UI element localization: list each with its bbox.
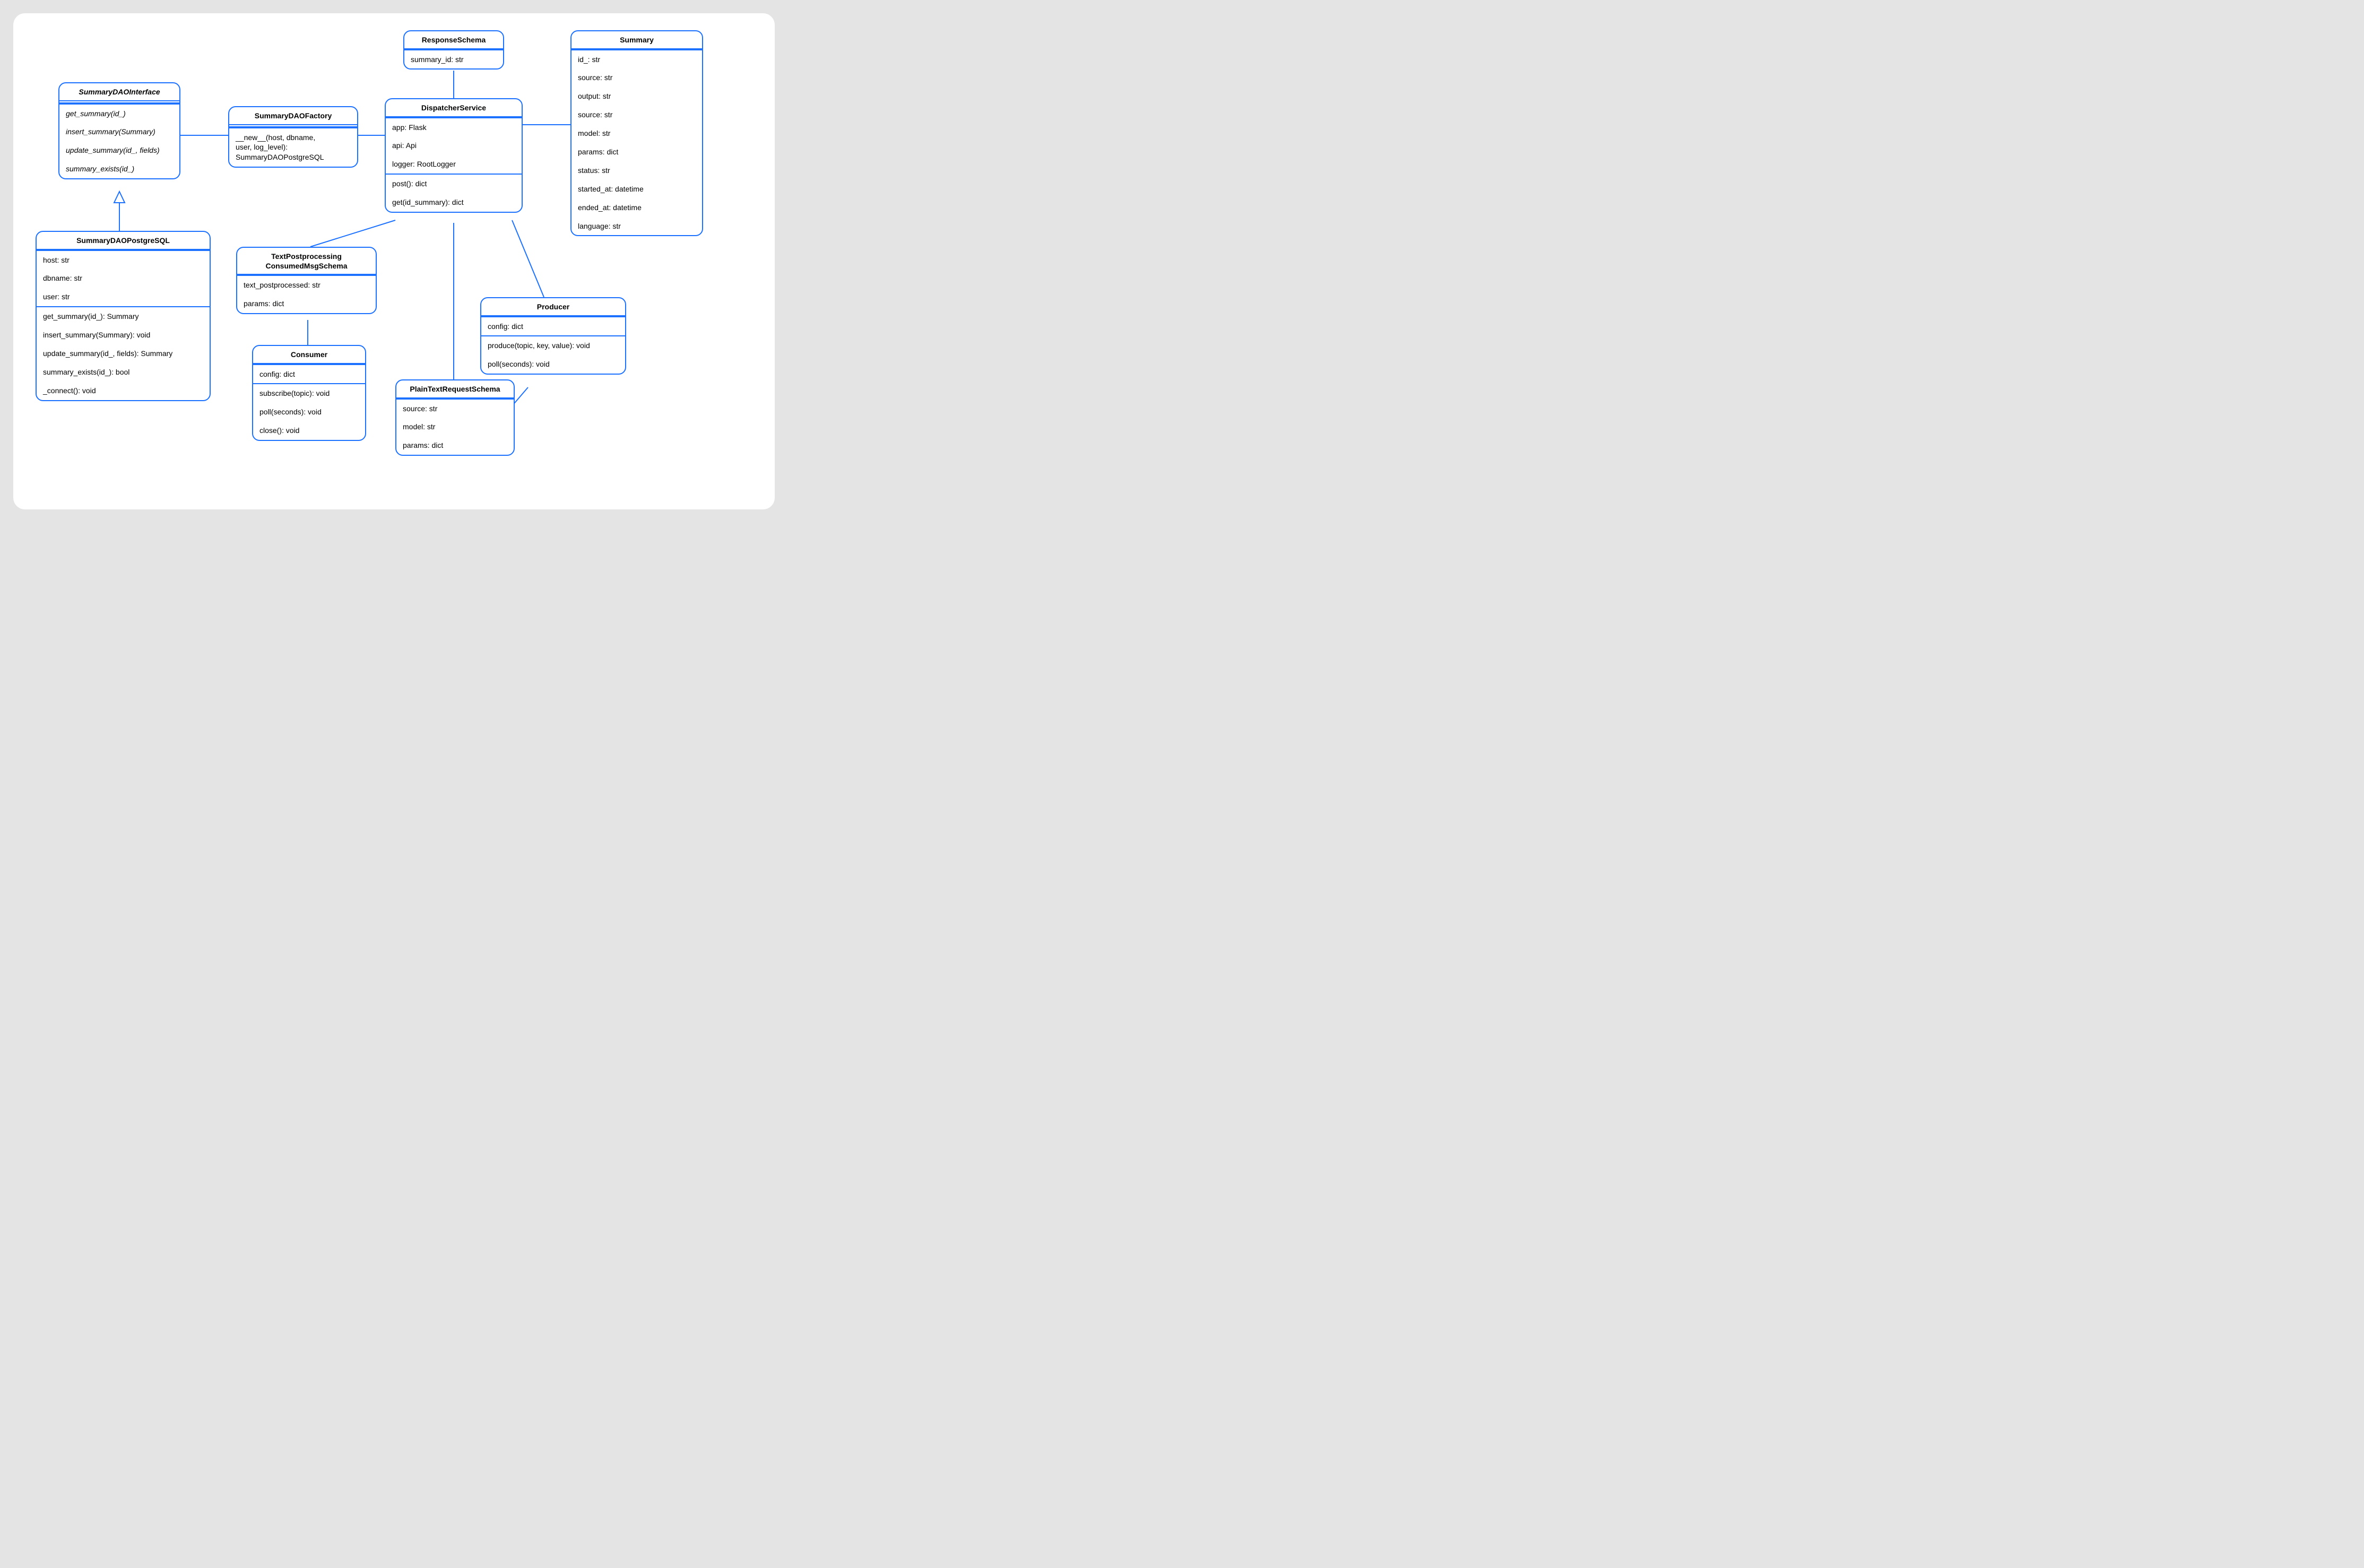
class-title: Summary: [571, 31, 702, 49]
class-title: DispatcherService: [386, 99, 522, 117]
attr: params: dict: [396, 436, 514, 455]
method: post(): dict: [386, 175, 522, 193]
attr: params: dict: [571, 143, 702, 161]
attr: id_: str: [571, 50, 702, 69]
attr: config: dict: [481, 317, 625, 336]
class-summary: Summary id_: str source: str output: str…: [570, 30, 703, 236]
member: __new__(host, dbname, user, log_level): …: [229, 128, 357, 167]
class-title: PlainTextRequestSchema: [396, 380, 514, 399]
class-title: Consumer: [253, 346, 365, 364]
attr: config: dict: [253, 365, 365, 384]
class-title: Producer: [481, 298, 625, 316]
class-title: ResponseSchema: [404, 31, 503, 49]
attr: params: dict: [237, 294, 376, 313]
class-summary-dao-factory: SummaryDAOFactory __new__(host, dbname, …: [228, 106, 358, 168]
class-title: SummaryDAOPostgreSQL: [37, 232, 210, 250]
class-title: SummaryDAOInterface: [59, 83, 179, 101]
method: get(id_summary): dict: [386, 193, 522, 212]
member: insert_summary(Summary): [59, 123, 179, 141]
class-summary-dao-interface: SummaryDAOInterface get_summary(id_) ins…: [58, 82, 180, 179]
method: subscribe(topic): void: [253, 384, 365, 403]
class-title: TextPostprocessing ConsumedMsgSchema: [237, 248, 376, 275]
member: update_summary(id_, fields): [59, 141, 179, 160]
class-title: SummaryDAOFactory: [229, 107, 357, 125]
member: get_summary(id_): [59, 105, 179, 123]
class-response-schema: ResponseSchema summary_id: str: [403, 30, 504, 70]
attr: text_postprocessed: str: [237, 276, 376, 294]
uml-canvas: SummaryDAOInterface get_summary(id_) ins…: [13, 13, 775, 509]
attr: source: str: [571, 68, 702, 87]
attr: api: Api: [386, 136, 522, 155]
attr: source: str: [396, 400, 514, 418]
method: update_summary(id_, fields): Summary: [37, 344, 210, 363]
attr: ended_at: datetime: [571, 198, 702, 217]
attr: app: Flask: [386, 118, 522, 137]
method: poll(seconds): void: [253, 403, 365, 421]
class-dispatcher-service: DispatcherService app: Flask api: Api lo…: [385, 98, 523, 213]
member: summary_exists(id_): [59, 160, 179, 178]
class-consumer: Consumer config: dict subscribe(topic): …: [252, 345, 366, 441]
attr: model: str: [571, 124, 702, 143]
attr: language: str: [571, 217, 702, 236]
method: close(): void: [253, 421, 365, 440]
attr: output: str: [571, 87, 702, 106]
attr: status: str: [571, 161, 702, 180]
class-text-postprocessing-consumed-msg-schema: TextPostprocessing ConsumedMsgSchema tex…: [236, 247, 377, 314]
class-summary-dao-postgresql: SummaryDAOPostgreSQL host: str dbname: s…: [36, 231, 211, 401]
attr: model: str: [396, 418, 514, 436]
class-producer: Producer config: dict produce(topic, key…: [480, 297, 626, 375]
attr: host: str: [37, 251, 210, 270]
method: _connect(): void: [37, 382, 210, 400]
attr: user: str: [37, 288, 210, 306]
method: get_summary(id_): Summary: [37, 307, 210, 326]
method: insert_summary(Summary): void: [37, 326, 210, 344]
method: summary_exists(id_): bool: [37, 363, 210, 382]
class-plaintext-request-schema: PlainTextRequestSchema source: str model…: [395, 379, 515, 456]
attr: summary_id: str: [404, 50, 503, 69]
method: poll(seconds): void: [481, 355, 625, 374]
attr: dbname: str: [37, 269, 210, 288]
method: produce(topic, key, value): void: [481, 336, 625, 355]
attr: source: str: [571, 106, 702, 124]
attr: started_at: datetime: [571, 180, 702, 198]
attr: logger: RootLogger: [386, 155, 522, 174]
